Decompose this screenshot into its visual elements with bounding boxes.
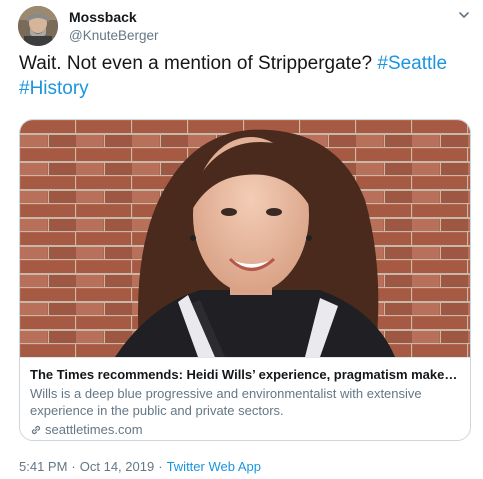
card-body: The Times recommends: Heidi Wills’ exper… <box>20 357 470 440</box>
tweet-date[interactable]: Oct 14, 2019 <box>80 459 154 474</box>
author-block[interactable]: Mossback @KnuteBerger <box>69 8 159 45</box>
tweet: Mossback @KnuteBerger Wait. Not even a m… <box>0 0 483 479</box>
tweet-text-body: Wait. Not even a mention of Strippergate… <box>19 53 378 74</box>
card-image <box>20 120 470 357</box>
hashtag-seattle[interactable]: #Seattle <box>377 53 447 74</box>
link-icon <box>31 425 41 434</box>
link-preview-card[interactable]: The Times recommends: Heidi Wills’ exper… <box>19 119 471 441</box>
hashtag-history[interactable]: #History <box>19 78 89 99</box>
card-description: Wills is a deep blue progressive and env… <box>30 386 422 418</box>
avatar[interactable] <box>18 6 58 46</box>
tweet-meta: 5:41 PM · Oct 14, 2019 · Twitter Web App <box>19 459 261 475</box>
meta-separator: · <box>71 459 76 474</box>
author-display-name[interactable]: Mossback <box>69 8 159 26</box>
card-title[interactable]: The Times recommends: Heidi Wills’ exper… <box>30 366 460 383</box>
card-domain: seattletimes.com <box>30 421 460 438</box>
author-handle[interactable]: @KnuteBerger <box>69 27 159 45</box>
tweet-source-link[interactable]: Twitter Web App <box>167 459 261 474</box>
card-domain-text: seattletimes.com <box>45 422 143 437</box>
meta-separator-2: · <box>158 459 163 474</box>
chevron-down-icon[interactable] <box>457 8 471 22</box>
tweet-text: Wait. Not even a mention of Strippergate… <box>19 51 469 101</box>
avatar-image <box>18 6 58 46</box>
tweet-time[interactable]: 5:41 PM <box>19 459 67 474</box>
